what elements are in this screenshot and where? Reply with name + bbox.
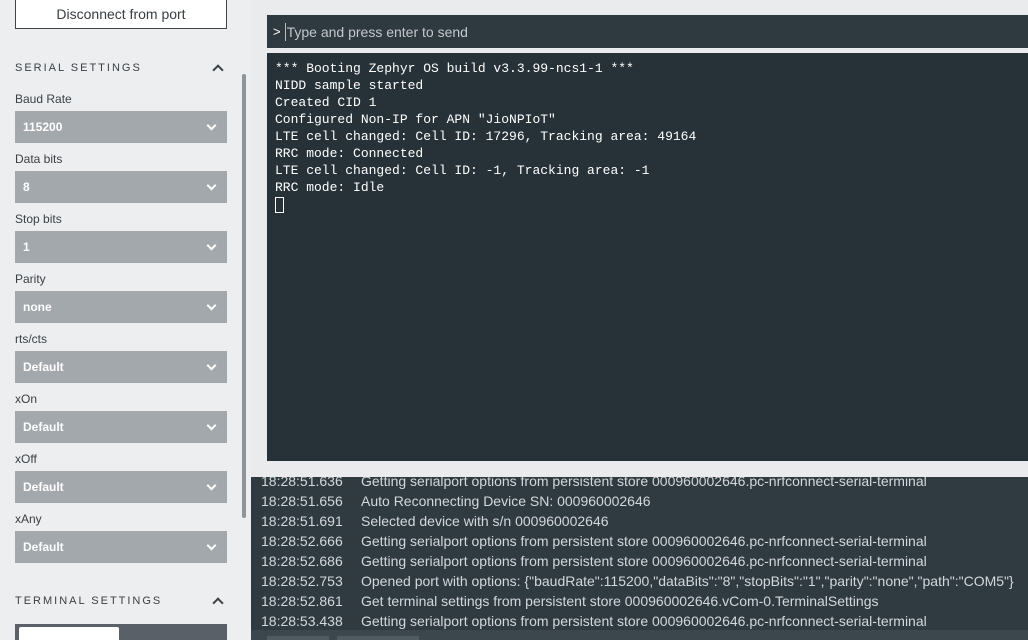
log-entry: 18:28:52.686 Getting serialport options … <box>261 553 927 573</box>
terminal-line: RRC mode: Connected <box>275 146 424 161</box>
log-timestamp: 18:28:51.656 <box>261 493 343 509</box>
baud-rate-value: 115200 <box>23 120 63 134</box>
terminal-line: NIDD sample started <box>275 78 424 93</box>
xany-value: Default <box>23 540 64 554</box>
data-bits-label: Data bits <box>15 152 63 166</box>
stop-bits-value: 1 <box>23 240 30 254</box>
terminal-output[interactable]: *** Booting Zephyr OS build v3.3.99-ncs1… <box>267 53 1028 461</box>
log-timestamp: 18:28:52.666 <box>261 533 343 549</box>
log-message: Auto Reconnecting Device SN: 00096000264… <box>361 493 651 509</box>
terminal-input-bar: > <box>267 15 1028 48</box>
baud-rate-label: Baud Rate <box>15 92 72 106</box>
data-bits-value: 8 <box>23 180 30 194</box>
log-toolbar-button[interactable] <box>337 636 419 640</box>
log-entry: 18:28:52.861 Get terminal settings from … <box>261 593 878 613</box>
terminal-settings-header[interactable]: TERMINAL SETTINGS <box>15 593 227 609</box>
prompt-symbol: > <box>273 24 281 39</box>
log-message: Getting serialport options from persiste… <box>361 533 927 549</box>
terminal-settings-toggle[interactable] <box>19 627 119 640</box>
serial-settings-header[interactable]: SERIAL SETTINGS <box>15 60 227 76</box>
terminal-line: Created CID 1 <box>275 95 377 110</box>
terminal-line: Configured Non-IP for APN "JioNPIoT" <box>275 112 556 127</box>
log-message: Getting serialport options from persiste… <box>361 477 927 489</box>
chevron-down-icon <box>206 540 217 550</box>
xany-label: xAny <box>15 512 42 526</box>
log-entry: 18:28:52.666 Getting serialport options … <box>261 533 927 553</box>
parity-label: Parity <box>15 272 46 286</box>
terminal-line: *** Booting Zephyr OS build v3.3.99-ncs1… <box>275 61 634 76</box>
terminal-settings-title: TERMINAL SETTINGS <box>15 595 163 607</box>
xon-select[interactable]: Default <box>15 411 227 443</box>
chevron-down-icon <box>206 420 217 430</box>
terminal-settings-control[interactable] <box>15 624 227 640</box>
baud-rate-select[interactable]: 115200 <box>15 111 227 143</box>
parity-select[interactable]: none <box>15 291 227 323</box>
log-entry: 18:28:52.753 Opened port with options: {… <box>261 573 1014 593</box>
log-message: Selected device with s/n 000960002646 <box>361 513 609 529</box>
log-entry: 18:28:51.656 Auto Reconnecting Device SN… <box>261 493 651 513</box>
sidebar-scrollbar[interactable] <box>242 74 246 518</box>
log-message: Getting serialport options from persiste… <box>361 553 927 569</box>
log-timestamp: 18:28:51.636 <box>261 477 343 489</box>
sidebar: Disconnect from port SERIAL SETTINGS Bau… <box>0 0 251 640</box>
xany-select[interactable]: Default <box>15 531 227 563</box>
disconnect-button[interactable]: Disconnect from port <box>15 0 227 29</box>
chevron-down-icon <box>206 180 217 190</box>
log-timestamp: 18:28:52.686 <box>261 553 343 569</box>
log-toolbar-button[interactable] <box>267 636 329 640</box>
xon-value: Default <box>23 420 64 434</box>
log-timestamp: 18:28:51.691 <box>261 513 343 529</box>
terminal-line: RRC mode: Idle <box>275 180 385 195</box>
xoff-label: xOff <box>15 452 37 466</box>
cursor-block <box>275 197 284 213</box>
log-timestamp: 18:28:52.861 <box>261 593 343 609</box>
chevron-down-icon <box>206 120 217 130</box>
log-message: Opened port with options: {"baudRate":11… <box>361 573 1014 589</box>
data-bits-select[interactable]: 8 <box>15 171 227 203</box>
stop-bits-select[interactable]: 1 <box>15 231 227 263</box>
log-panel[interactable]: 18:28:51.636 Getting serialport options … <box>251 477 1028 640</box>
terminal-cursor-line <box>275 196 1020 213</box>
chevron-down-icon <box>206 360 217 370</box>
chevron-up-icon[interactable] <box>212 64 224 76</box>
chevron-down-icon <box>206 480 217 490</box>
xon-label: xOn <box>15 392 38 406</box>
log-timestamp: 18:28:52.753 <box>261 573 343 589</box>
chevron-up-icon[interactable] <box>212 597 224 609</box>
serial-settings-title: SERIAL SETTINGS <box>15 62 142 74</box>
terminal-line: LTE cell changed: Cell ID: 17296, Tracki… <box>275 129 697 144</box>
log-entry: 18:28:51.636 Getting serialport options … <box>261 477 927 493</box>
log-message: Get terminal settings from persistent st… <box>361 593 879 609</box>
parity-value: none <box>23 300 52 314</box>
rts-cts-value: Default <box>23 360 64 374</box>
rts-cts-select[interactable]: Default <box>15 351 227 383</box>
terminal-input[interactable] <box>284 22 985 41</box>
log-toolbar <box>251 630 1028 640</box>
xoff-value: Default <box>23 480 64 494</box>
chevron-down-icon <box>206 240 217 250</box>
terminal-line: LTE cell changed: Cell ID: -1, Tracking … <box>275 163 650 178</box>
rts-cts-label: rts/cts <box>15 332 47 346</box>
log-entry: 18:28:51.691 Selected device with s/n 00… <box>261 513 609 533</box>
xoff-select[interactable]: Default <box>15 471 227 503</box>
stop-bits-label: Stop bits <box>15 212 62 226</box>
chevron-down-icon <box>206 300 217 310</box>
